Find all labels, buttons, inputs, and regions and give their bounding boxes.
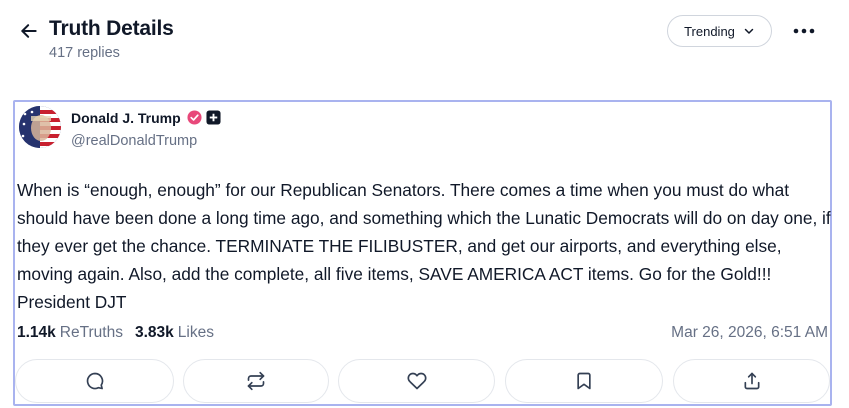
chevron-down-icon [744,28,754,34]
retruths-stat[interactable]: 1.14k ReTruths [17,324,123,342]
action-bar [15,359,830,403]
reply-button[interactable] [15,359,174,403]
share-icon [744,372,759,390]
plus-badge-icon [206,110,221,125]
comment-icon [86,372,103,390]
sort-label: Trending [684,23,735,39]
arrow-left-icon [21,24,37,38]
page-header: Truth Details 417 replies Trending [0,0,849,80]
heart-icon [407,372,426,390]
like-button[interactable] [338,359,495,403]
retruth-icon [247,371,265,391]
verified-badge-icon [187,110,202,125]
more-horizontal-icon [793,28,815,34]
author-name[interactable]: Donald J. Trump [71,110,181,126]
author-handle[interactable]: @realDonaldTrump [71,133,197,149]
likes-label: Likes [177,324,214,341]
likes-stat[interactable]: 3.83k Likes [135,324,214,342]
post-text: When is “enough, enough” for our Republi… [17,180,831,312]
post-card: Donald J. Trump @realDonaldTrump When is… [13,100,832,406]
retruths-label: ReTruths [59,324,123,341]
post-stats: 1.14k ReTruths 3.83k Likes [17,324,214,342]
share-button[interactable] [673,359,830,403]
avatar[interactable] [19,106,61,148]
sort-dropdown[interactable]: Trending [667,15,772,47]
back-button[interactable] [16,18,42,44]
retruth-button[interactable] [183,359,329,403]
post-date: Mar 26, 2026, 6:51 AM [671,324,828,341]
bookmark-icon [577,372,591,390]
bookmark-button[interactable] [505,359,663,403]
more-options-button[interactable] [790,18,818,44]
reply-count: 417 replies [49,45,120,61]
retruths-count: 1.14k [17,324,56,341]
page-title: Truth Details [49,17,174,40]
likes-count: 3.83k [134,324,174,341]
